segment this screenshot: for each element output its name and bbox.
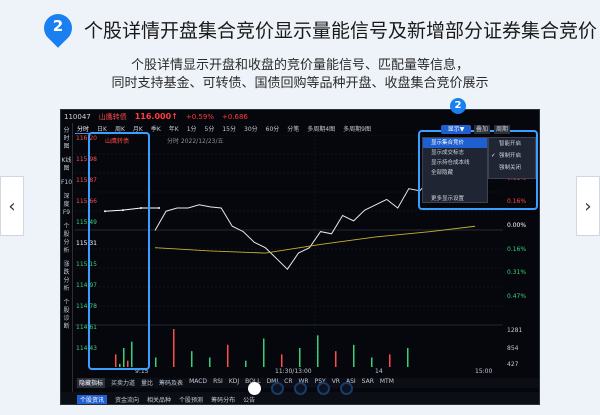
time-tick-label: 11:30/13:00 xyxy=(275,368,312,375)
percent-tick-label: 0.31% xyxy=(507,269,527,276)
show-dropdown-menu: 显示集合竞价 显示成交标志 显示持仓成本线 全部隐藏更多显示设置 xyxy=(422,137,488,203)
volume-bar xyxy=(371,357,373,367)
auction-highlight-box xyxy=(88,132,150,370)
pager-dot[interactable] xyxy=(316,382,330,395)
percent-tick-label: 0.16% xyxy=(507,246,527,253)
prev-slide-button[interactable]: ‹ xyxy=(0,176,24,236)
pager-dot[interactable] xyxy=(339,382,353,395)
left-tab[interactable]: 深度F9 xyxy=(61,193,72,217)
pager-dot[interactable] xyxy=(270,382,284,395)
security-name: 山鹰转债 xyxy=(98,112,127,121)
time-tick-label: 14 xyxy=(375,368,383,375)
period-tab[interactable]: 30分 xyxy=(242,124,260,134)
step-badge: 2 xyxy=(450,98,466,114)
period-tab[interactable]: 多周期9图 xyxy=(341,124,373,134)
period-tab[interactable]: 季K xyxy=(149,124,163,134)
volume-bar xyxy=(191,351,193,367)
menu-item[interactable]: 显示成交标志 xyxy=(423,148,487,158)
left-tab[interactable]: 涨跌分析 xyxy=(61,261,72,293)
volume-bar xyxy=(299,348,301,367)
auction-point xyxy=(158,206,160,209)
menu-item[interactable]: 更多显示设置 xyxy=(423,194,487,204)
overlay-button[interactable]: 叠加 xyxy=(474,125,490,134)
period-tab[interactable]: 15分 xyxy=(220,124,238,134)
period-tab[interactable]: 分笔 xyxy=(285,124,301,134)
period-button[interactable]: 周期 xyxy=(494,125,510,134)
period-tab[interactable]: 多周期4图 xyxy=(305,124,337,134)
chevron-left-icon: ‹ xyxy=(8,195,16,217)
left-tab[interactable]: 个股诊断 xyxy=(61,299,72,331)
left-tab[interactable]: 分时图 xyxy=(61,127,72,151)
chevron-right-icon: › xyxy=(584,195,592,217)
menu-item[interactable]: 显示集合竞价 xyxy=(423,138,487,148)
pager-dot[interactable] xyxy=(247,382,261,395)
left-tab[interactable]: K线图 xyxy=(61,157,72,173)
left-tab[interactable]: 个股分析 xyxy=(61,223,72,255)
submenu-item[interactable]: 强制开启 xyxy=(489,150,535,162)
volume-bar xyxy=(263,338,265,367)
volume-bar xyxy=(155,357,157,367)
percent-tick-label: 854 xyxy=(507,345,519,352)
time-tick-label: 15:00 xyxy=(475,368,493,375)
subtitle-line-2: 同时支持基金、可转债、国债回购等品种开盘、收盘集合竞价展示 xyxy=(111,76,489,91)
volume-bar xyxy=(173,329,175,367)
badge-number: 2 xyxy=(52,17,64,35)
pager-dot[interactable] xyxy=(293,382,307,395)
volume-bar xyxy=(281,354,283,367)
info-tab[interactable]: 相关品种 xyxy=(147,395,171,404)
period-tab[interactable]: 1分 xyxy=(185,124,199,134)
submenu-item[interactable]: 强制关闭 xyxy=(489,162,535,174)
period-tab[interactable]: 年K xyxy=(167,124,181,134)
show-dropdown-button[interactable]: 显示▼ xyxy=(441,125,471,134)
volume-bar xyxy=(389,354,391,367)
submenu-item[interactable]: 智能开启 xyxy=(489,138,535,150)
info-tab[interactable]: 筹码分布 xyxy=(211,395,235,404)
period-tab[interactable]: 60分 xyxy=(264,124,282,134)
subtitle-line-1: 个股详情显示开盘和收盘的竞价量能信号、匹配量等信息， xyxy=(130,58,469,73)
info-tab[interactable]: 个股资讯 xyxy=(77,394,108,404)
left-tab[interactable]: F10 xyxy=(61,179,72,187)
volume-bar xyxy=(227,344,229,367)
percent-tick-label: 427 xyxy=(507,361,519,368)
next-slide-button[interactable]: › xyxy=(576,176,600,236)
info-tab[interactable]: 个股预测 xyxy=(179,395,203,404)
percent-tick-label: 0.00% xyxy=(507,222,527,229)
percent-tick-label: 1281 xyxy=(507,327,523,334)
left-vertical-tabs: 分时图 K线图 F10 深度F9 个股分析涨跌分析个股诊断 xyxy=(61,123,73,393)
header-badge: 2 xyxy=(38,8,78,48)
volume-bar xyxy=(353,344,355,367)
volume-bar xyxy=(407,348,409,367)
security-code: 110047 xyxy=(64,112,91,121)
auction-submenu: 智能开启强制开启强制关闭 xyxy=(488,137,536,179)
page-title: 个股详情开盘集合竞价显示量能信号及新增部分证券集合竞价 xyxy=(84,20,598,42)
change-percent: +0.59% xyxy=(185,112,214,121)
quote-header: 110047 山鹰转债 116.000↑ +0.59% +0.686 xyxy=(61,110,539,123)
volume-bar xyxy=(245,360,247,367)
volume-bar xyxy=(317,335,319,367)
percent-tick-label: 0.47% xyxy=(507,293,527,300)
last-price: 116.000↑ xyxy=(134,112,178,121)
change-absolute: +0.686 xyxy=(221,112,248,121)
period-tab[interactable]: 5分 xyxy=(203,124,217,134)
volume-bar xyxy=(209,357,211,367)
date-label: 分时 2022/12/23/五 xyxy=(167,137,224,145)
menu-item[interactable]: 显示持仓成本线 xyxy=(423,158,487,168)
slide-pager xyxy=(0,382,600,395)
volume-bar xyxy=(335,351,337,367)
menu-item[interactable]: 全部隐藏 xyxy=(423,168,487,178)
info-tab[interactable]: 资金流向 xyxy=(115,395,139,404)
info-tab[interactable]: 公告 xyxy=(243,395,255,404)
